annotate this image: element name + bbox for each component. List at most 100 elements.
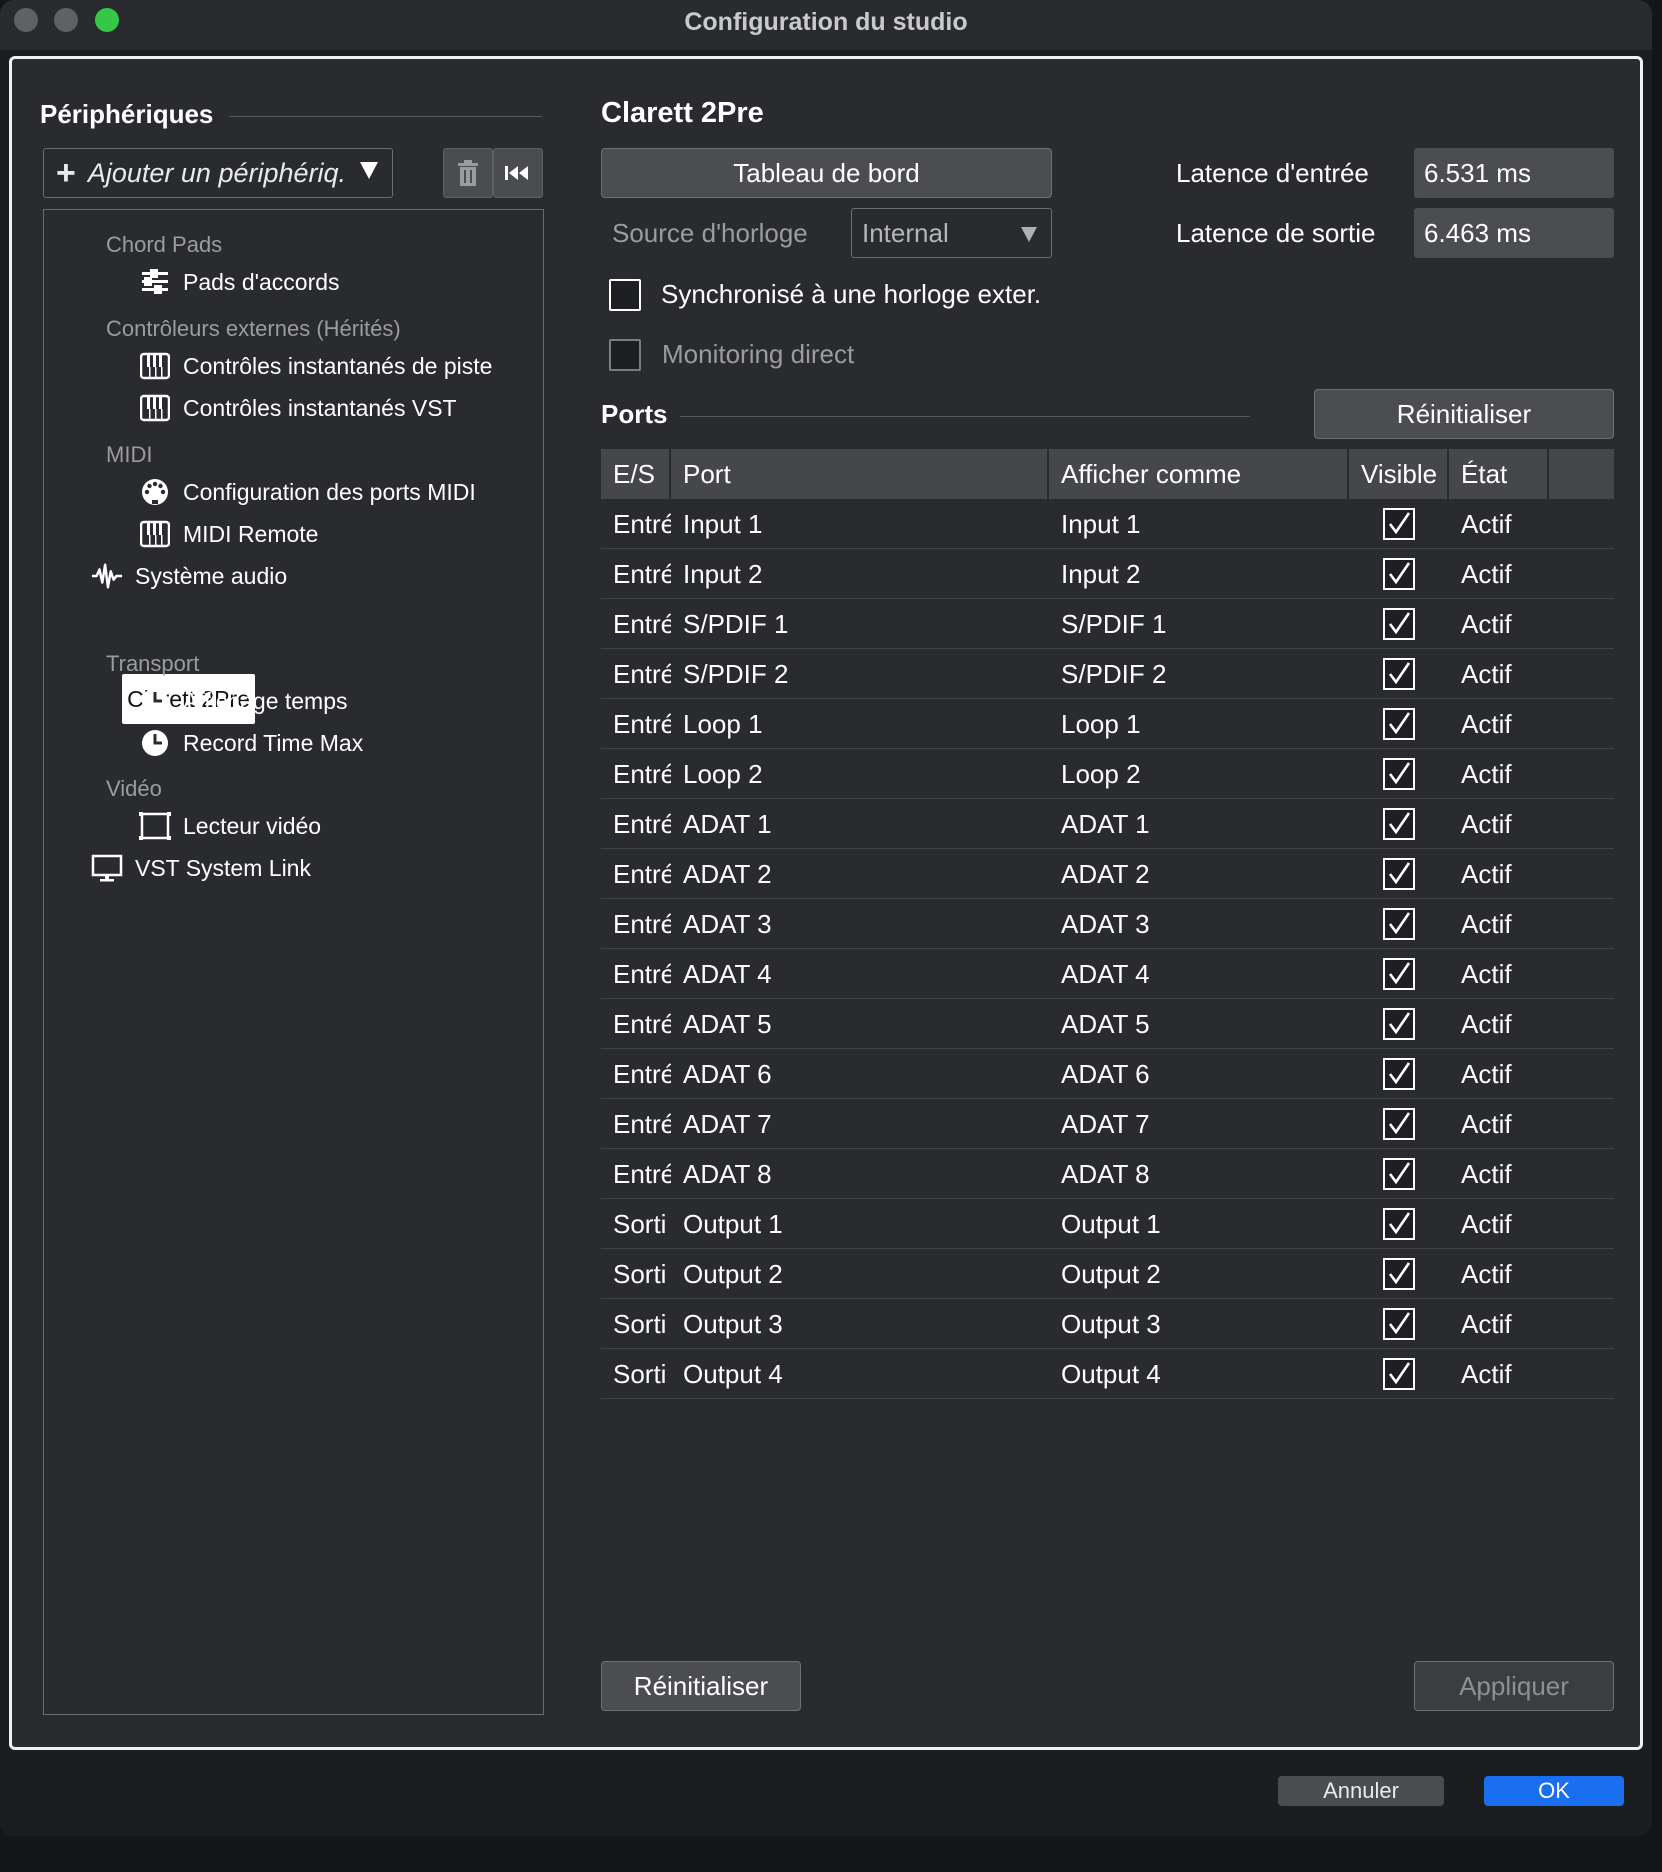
cell-afficher[interactable]: Input 2 — [1049, 549, 1349, 599]
table-row[interactable]: Entré ADAT 1 ADAT 1 Actif — [601, 799, 1614, 849]
add-device-label: Ajouter un périphériq. — [87, 157, 347, 188]
cell-afficher[interactable]: Output 3 — [1049, 1299, 1349, 1349]
reset-ports-button[interactable]: Réinitialiser — [1314, 389, 1614, 439]
tree-group-controleurs: Contrôleurs externes (Hérités) — [106, 316, 401, 341]
tree-item-controles-vst[interactable]: Contrôles instantanés VST — [139, 392, 457, 424]
cell-afficher[interactable]: Output 1 — [1049, 1199, 1349, 1249]
table-row[interactable]: Entré Input 1 Input 1 Actif — [601, 499, 1614, 549]
cancel-button[interactable]: Annuler — [1278, 1776, 1444, 1806]
col-header-etat[interactable]: État — [1449, 449, 1549, 499]
ok-button[interactable]: OK — [1484, 1776, 1624, 1806]
tree-item-config-ports-midi[interactable]: Configuration des ports MIDI — [139, 476, 476, 508]
cell-etat: Actif — [1461, 808, 1512, 839]
table-row[interactable]: Entré Loop 1 Loop 1 Actif — [601, 699, 1614, 749]
cell-afficher[interactable]: ADAT 7 — [1049, 1099, 1349, 1149]
table-row[interactable]: Entré ADAT 6 ADAT 6 Actif — [601, 1049, 1614, 1099]
cell-visible — [1349, 1049, 1449, 1099]
col-header-port[interactable]: Port — [671, 449, 1049, 499]
visible-checkbox[interactable] — [1383, 1108, 1415, 1140]
maximize-window-button[interactable] — [95, 8, 119, 32]
visible-checkbox[interactable] — [1383, 658, 1415, 690]
visible-checkbox[interactable] — [1383, 1208, 1415, 1240]
cell-afficher[interactable]: Input 1 — [1049, 499, 1349, 549]
cell-afficher[interactable]: ADAT 3 — [1049, 899, 1349, 949]
cell-afficher[interactable]: Loop 1 — [1049, 699, 1349, 749]
cell-port: Loop 2 — [683, 758, 763, 789]
direct-monitoring-checkbox[interactable] — [609, 339, 641, 371]
external-clock-sync-checkbox[interactable] — [609, 279, 641, 311]
cell-port: Loop 1 — [683, 708, 763, 739]
table-row[interactable]: Entré ADAT 4 ADAT 4 Actif — [601, 949, 1614, 999]
cell-visible — [1349, 899, 1449, 949]
visible-checkbox[interactable] — [1383, 1308, 1415, 1340]
visible-checkbox[interactable] — [1383, 958, 1415, 990]
tree-item-pads-accords[interactable]: Pads d'accords — [139, 266, 340, 298]
cell-etat: Actif — [1461, 858, 1512, 889]
clock-source-select[interactable]: Internal — [851, 208, 1052, 258]
cell-afficher[interactable]: S/PDIF 1 — [1049, 599, 1349, 649]
cell-afficher[interactable]: ADAT 2 — [1049, 849, 1349, 899]
delete-device-button[interactable] — [443, 148, 493, 198]
table-row[interactable]: Entré S/PDIF 2 S/PDIF 2 Actif — [601, 649, 1614, 699]
col-header-visible[interactable]: Visible — [1349, 449, 1449, 499]
cell-etat: Actif — [1461, 758, 1512, 789]
cell-afficher[interactable]: ADAT 1 — [1049, 799, 1349, 849]
table-row[interactable]: Entré ADAT 8 ADAT 8 Actif — [601, 1149, 1614, 1199]
visible-checkbox[interactable] — [1383, 858, 1415, 890]
tree-item-vst-system-link[interactable]: VST System Link — [91, 852, 311, 884]
visible-checkbox[interactable] — [1383, 758, 1415, 790]
cell-es: Entré — [613, 908, 671, 939]
cell-afficher[interactable]: Output 2 — [1049, 1249, 1349, 1299]
table-row[interactable]: Entré Input 2 Input 2 Actif — [601, 549, 1614, 599]
minimize-window-button[interactable] — [54, 8, 78, 32]
table-row[interactable]: Entré ADAT 3 ADAT 3 Actif — [601, 899, 1614, 949]
visible-checkbox[interactable] — [1383, 1258, 1415, 1290]
table-row[interactable]: Entré ADAT 2 ADAT 2 Actif — [601, 849, 1614, 899]
cell-afficher[interactable]: ADAT 4 — [1049, 949, 1349, 999]
tree-item-affichage-temps[interactable]: Affichage temps — [139, 685, 348, 717]
cell-extra — [1549, 649, 1614, 699]
visible-checkbox[interactable] — [1383, 608, 1415, 640]
cell-afficher[interactable]: ADAT 8 — [1049, 1149, 1349, 1199]
visible-checkbox[interactable] — [1383, 1158, 1415, 1190]
tree-item-controles-piste[interactable]: Contrôles instantanés de piste — [139, 350, 492, 382]
cell-afficher[interactable]: S/PDIF 2 — [1049, 649, 1349, 699]
table-row[interactable]: Sorti Output 3 Output 3 Actif — [601, 1299, 1614, 1349]
cell-afficher[interactable]: Output 4 — [1049, 1349, 1349, 1399]
cell-afficher[interactable]: ADAT 6 — [1049, 1049, 1349, 1099]
add-device-dropdown[interactable]: + Ajouter un périphériq. — [43, 148, 393, 198]
table-row[interactable]: Entré ADAT 7 ADAT 7 Actif — [601, 1099, 1614, 1149]
table-row[interactable]: Sorti Output 1 Output 1 Actif — [601, 1199, 1614, 1249]
cell-afficher[interactable]: Loop 2 — [1049, 749, 1349, 799]
visible-checkbox[interactable] — [1383, 708, 1415, 740]
col-header-es[interactable]: E/S — [601, 449, 671, 499]
cell-extra — [1549, 899, 1614, 949]
cell-extra — [1549, 1249, 1614, 1299]
close-window-button[interactable] — [14, 8, 38, 32]
table-row[interactable]: Entré S/PDIF 1 S/PDIF 1 Actif — [601, 599, 1614, 649]
visible-checkbox[interactable] — [1383, 908, 1415, 940]
apply-button[interactable]: Appliquer — [1414, 1661, 1614, 1711]
tree-item-systeme-audio[interactable]: Système audio — [91, 560, 287, 592]
visible-checkbox[interactable] — [1383, 1008, 1415, 1040]
visible-checkbox[interactable] — [1383, 1058, 1415, 1090]
reset-device-button[interactable] — [493, 148, 543, 198]
tree-item-lecteur-video[interactable]: Lecteur vidéo — [139, 810, 321, 842]
cell-port: Output 2 — [683, 1258, 783, 1289]
cell-afficher[interactable]: ADAT 5 — [1049, 999, 1349, 1049]
table-row[interactable]: Entré ADAT 5 ADAT 5 Actif — [601, 999, 1614, 1049]
cell-port: ADAT 3 — [683, 908, 772, 939]
visible-checkbox[interactable] — [1383, 558, 1415, 590]
dashboard-button[interactable]: Tableau de bord — [601, 148, 1052, 198]
table-row[interactable]: Sorti Output 4 Output 4 Actif — [601, 1349, 1614, 1399]
tree-item-record-time-max[interactable]: Record Time Max — [139, 727, 363, 759]
table-row[interactable]: Entré Loop 2 Loop 2 Actif — [601, 749, 1614, 799]
tree-item-midi-remote[interactable]: MIDI Remote — [139, 518, 318, 550]
table-row[interactable]: Sorti Output 2 Output 2 Actif — [601, 1249, 1614, 1299]
visible-checkbox[interactable] — [1383, 508, 1415, 540]
col-header-afficher[interactable]: Afficher comme — [1049, 449, 1349, 499]
visible-checkbox[interactable] — [1383, 1358, 1415, 1390]
reset-device-settings-button[interactable]: Réinitialiser — [601, 1661, 801, 1711]
visible-checkbox[interactable] — [1383, 808, 1415, 840]
cell-port: Input 1 — [683, 508, 763, 539]
